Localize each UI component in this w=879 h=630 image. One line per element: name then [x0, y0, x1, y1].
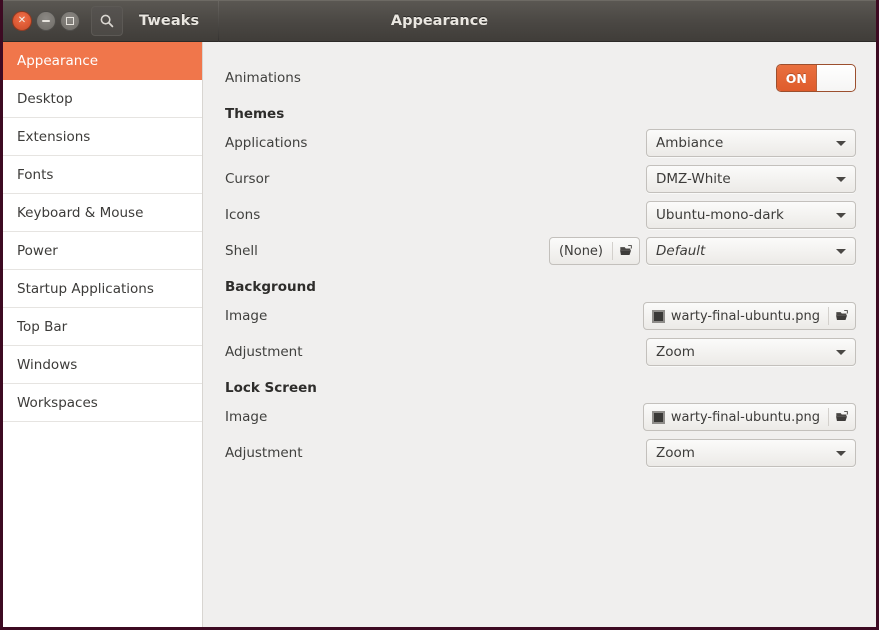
sidebar-item-top-bar[interactable]: Top Bar — [3, 308, 202, 346]
close-button[interactable]: ✕ — [12, 10, 32, 31]
background-adjustment-dropdown[interactable]: Zoom — [646, 338, 856, 366]
lock-screen-image-value: warty-final-ubuntu.png — [670, 409, 820, 425]
sidebar-item-appearance[interactable]: Appearance — [3, 42, 202, 80]
icons-theme-value: Ubuntu-mono-dark — [656, 207, 784, 223]
chevron-down-icon — [836, 140, 846, 146]
toggle-knob — [815, 65, 855, 91]
sidebar-item-desktop[interactable]: Desktop — [3, 80, 202, 118]
shell-theme-dropdown[interactable]: Default — [646, 237, 856, 265]
lock-screen-heading: Lock Screen — [225, 380, 317, 396]
minimize-button[interactable] — [36, 10, 56, 31]
sidebar-item-label: Appearance — [17, 52, 99, 69]
search-icon — [100, 14, 114, 27]
row-applications-theme: Applications Ambiance — [225, 125, 856, 161]
row-lock-screen-image: Image warty-final-ubuntu.png — [225, 399, 856, 435]
cursor-theme-value: DMZ-White — [656, 171, 731, 187]
shell-theme-value: Default — [656, 243, 706, 259]
page-title: Appearance — [390, 12, 489, 29]
sidebar-item-label: Workspaces — [17, 394, 98, 411]
open-folder-icon — [829, 303, 855, 329]
window-body: Appearance Desktop Extensions Fonts Keyb… — [3, 42, 876, 627]
background-image-label: Image — [225, 308, 268, 324]
open-folder-icon — [613, 238, 639, 264]
sidebar-item-keyboard-and-mouse[interactable]: Keyboard & Mouse — [3, 194, 202, 232]
chevron-down-icon — [836, 212, 846, 218]
background-adjustment-label: Adjustment — [225, 344, 303, 360]
content-panel: Animations ON Themes Applications Ambian… — [203, 42, 876, 627]
applications-label: Applications — [225, 135, 308, 151]
shell-label: Shell — [225, 243, 258, 259]
animations-label: Animations — [225, 70, 301, 86]
lock-screen-image-file-button[interactable]: warty-final-ubuntu.png — [642, 403, 856, 431]
applications-theme-dropdown[interactable]: Ambiance — [646, 129, 856, 157]
maximize-button[interactable] — [60, 10, 80, 31]
chevron-down-icon — [836, 349, 846, 355]
lock-screen-adjustment-value: Zoom — [656, 445, 695, 461]
cursor-theme-dropdown[interactable]: DMZ-White — [646, 165, 856, 193]
chevron-down-icon — [836, 248, 846, 254]
sidebar-item-workspaces[interactable]: Workspaces — [3, 384, 202, 422]
row-shell-theme: Shell (None) Default — [225, 233, 856, 269]
sidebar-item-label: Power — [17, 242, 58, 259]
applications-theme-value: Ambiance — [656, 135, 724, 151]
window-controls: ✕ — [3, 10, 80, 31]
icons-theme-dropdown[interactable]: Ubuntu-mono-dark — [646, 201, 856, 229]
cursor-label: Cursor — [225, 171, 270, 187]
close-icon: ✕ — [17, 14, 27, 26]
chevron-down-icon — [836, 450, 846, 456]
row-animations: Animations ON — [225, 60, 856, 96]
lock-screen-adjustment-dropdown[interactable]: Zoom — [646, 439, 856, 467]
sidebar-item-label: Fonts — [17, 166, 54, 183]
minimize-icon — [42, 19, 50, 22]
search-button[interactable] — [91, 5, 123, 36]
image-thumbnail-icon — [651, 410, 665, 424]
background-adjustment-value: Zoom — [656, 344, 695, 360]
open-folder-icon — [829, 404, 855, 430]
shell-theme-file-button[interactable]: (None) — [548, 237, 640, 265]
tweaks-window: ✕ Tweaks Appearance Appearance Desktop E… — [0, 0, 879, 630]
sidebar: Appearance Desktop Extensions Fonts Keyb… — [3, 42, 203, 627]
maximize-icon — [66, 16, 74, 25]
background-image-value: warty-final-ubuntu.png — [670, 308, 820, 324]
sidebar-item-startup-applications[interactable]: Startup Applications — [3, 270, 202, 308]
sidebar-item-extensions[interactable]: Extensions — [3, 118, 202, 156]
row-cursor-theme: Cursor DMZ-White — [225, 161, 856, 197]
titlebar-divider — [218, 0, 220, 42]
toggle-state-label: ON — [777, 65, 816, 91]
themes-heading: Themes — [225, 106, 285, 122]
icons-label: Icons — [225, 207, 261, 223]
sidebar-item-fonts[interactable]: Fonts — [3, 156, 202, 194]
sidebar-item-label: Extensions — [17, 128, 91, 145]
row-icons-theme: Icons Ubuntu-mono-dark — [225, 197, 856, 233]
lock-screen-adjustment-label: Adjustment — [225, 445, 303, 461]
sidebar-item-label: Desktop — [17, 90, 73, 107]
image-thumbnail-icon — [651, 309, 665, 323]
row-background-adjustment: Adjustment Zoom — [225, 334, 856, 370]
background-image-file-button[interactable]: warty-final-ubuntu.png — [642, 302, 856, 330]
sidebar-item-power[interactable]: Power — [3, 232, 202, 270]
chevron-down-icon — [836, 176, 846, 182]
background-heading: Background — [225, 279, 316, 295]
sidebar-item-windows[interactable]: Windows — [3, 346, 202, 384]
lock-screen-image-label: Image — [225, 409, 268, 425]
shell-theme-file-value: (None) — [558, 243, 603, 259]
titlebar: ✕ Tweaks Appearance — [3, 0, 876, 42]
app-name: Tweaks — [139, 12, 200, 29]
sidebar-item-label: Top Bar — [17, 318, 68, 335]
row-background-image: Image warty-final-ubuntu.png — [225, 298, 856, 334]
animations-toggle[interactable]: ON — [776, 64, 856, 92]
sidebar-item-label: Windows — [17, 356, 78, 373]
row-lock-screen-adjustment: Adjustment Zoom — [225, 435, 856, 471]
sidebar-item-label: Keyboard & Mouse — [17, 204, 144, 221]
sidebar-item-label: Startup Applications — [17, 280, 154, 297]
